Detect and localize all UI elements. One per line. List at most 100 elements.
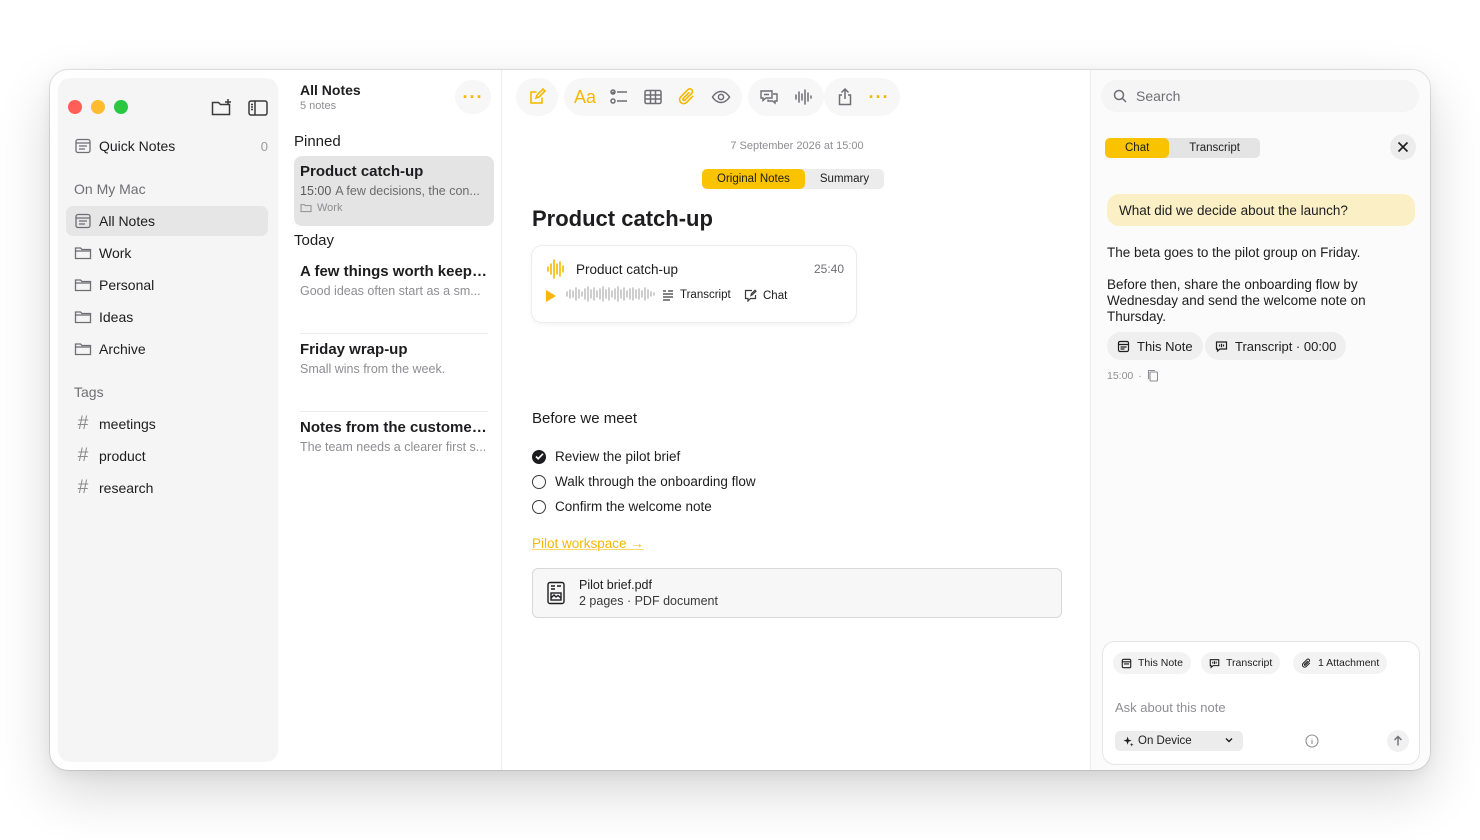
assistant-panel: Search Chat Transcript What did we decid… bbox=[1090, 70, 1430, 770]
checkbox-icon[interactable] bbox=[532, 499, 546, 514]
sidebar-item-all-notes[interactable]: All Notes bbox=[66, 206, 268, 236]
zoom-window-button[interactable] bbox=[114, 100, 128, 114]
format-button[interactable]: Aa bbox=[570, 82, 600, 112]
transcript-label: Transcript bbox=[680, 289, 731, 301]
new-folder-icon[interactable] bbox=[210, 96, 234, 120]
checklist-item[interactable]: Review the pilot brief bbox=[532, 449, 680, 464]
sidebar-item-personal[interactable]: Personal bbox=[66, 270, 268, 300]
note-title: Product catch-up bbox=[300, 163, 424, 180]
table-button[interactable] bbox=[638, 82, 668, 112]
segment-summary[interactable]: Summary bbox=[805, 169, 884, 189]
folder-icon bbox=[74, 279, 92, 292]
pdf-attachment[interactable]: Pilot brief.pdf 2 pages · PDF document bbox=[532, 568, 1062, 618]
source-chip-this-note[interactable]: This Note bbox=[1107, 332, 1203, 360]
chevron-down-icon bbox=[1225, 738, 1233, 743]
chat-button[interactable] bbox=[754, 82, 784, 112]
sidebar: Quick Notes 0 On My Mac All Notes Work P… bbox=[58, 78, 278, 762]
search-field[interactable]: Search bbox=[1101, 80, 1419, 112]
transcript-bubble-icon bbox=[1215, 340, 1228, 352]
tab-chat[interactable]: Chat bbox=[1105, 138, 1170, 158]
notes-window: Quick Notes 0 On My Mac All Notes Work P… bbox=[50, 70, 1430, 770]
sidebar-item-archive[interactable]: Archive bbox=[66, 334, 268, 364]
waveform-icon bbox=[547, 259, 564, 279]
toolbar-more-button[interactable]: ··· bbox=[864, 82, 894, 112]
section-on-my-mac: On My Mac bbox=[74, 181, 146, 197]
audio-recording-card[interactable]: Product catch-up 25:40 Transcript Chat bbox=[532, 246, 856, 322]
paperclip-icon bbox=[1302, 658, 1311, 668]
checkbox-icon[interactable] bbox=[532, 474, 546, 489]
note-item[interactable]: Notes from the customer... The team need… bbox=[294, 412, 494, 484]
model-selector[interactable]: On Device bbox=[1115, 731, 1243, 751]
sidebar-item-quick-notes[interactable]: Quick Notes 0 bbox=[66, 131, 268, 161]
sidebar-tag-meetings[interactable]: # meetings bbox=[66, 409, 268, 439]
toolbar-share-group: ··· bbox=[824, 78, 900, 116]
view-button[interactable] bbox=[706, 82, 736, 112]
section-heading: Before we meet bbox=[532, 410, 638, 427]
folder-icon bbox=[74, 247, 92, 260]
sidebar-item-work[interactable]: Work bbox=[66, 238, 268, 268]
copy-icon[interactable] bbox=[1147, 369, 1159, 382]
tag-label: meetings bbox=[99, 416, 156, 432]
checklist-text: Review the pilot brief bbox=[555, 449, 681, 464]
checklist-item[interactable]: Walk through the onboarding flow bbox=[532, 474, 756, 489]
recording-chat-button[interactable]: Chat bbox=[744, 289, 787, 302]
sparkle-icon bbox=[1123, 735, 1134, 747]
close-icon bbox=[1397, 141, 1409, 153]
answer-paragraph: The beta goes to the pilot group on Frid… bbox=[1107, 245, 1361, 260]
recording-transcript-button[interactable]: Transcript bbox=[662, 289, 731, 301]
folder-icon bbox=[74, 343, 92, 356]
checklist-button[interactable] bbox=[604, 82, 634, 112]
share-button[interactable] bbox=[830, 82, 860, 112]
sidebar-item-label: Personal bbox=[99, 277, 155, 293]
hashtag-icon: # bbox=[77, 445, 89, 466]
note-item-product-catch-up[interactable]: Product catch-up 15:00 A few decisions, t… bbox=[294, 156, 494, 226]
sidebar-toggle-icon[interactable] bbox=[246, 96, 270, 120]
context-chip-this-note[interactable]: This Note bbox=[1113, 652, 1191, 674]
ask-input[interactable]: Ask about this note bbox=[1115, 700, 1226, 715]
audio-button[interactable] bbox=[788, 82, 818, 112]
chat-label: Chat bbox=[763, 289, 788, 302]
info-icon[interactable] bbox=[1305, 734, 1319, 748]
minimize-window-button[interactable] bbox=[91, 100, 105, 114]
note-folder-label: Work bbox=[317, 202, 343, 214]
note-title: Notes from the customer... bbox=[300, 419, 488, 436]
hashtag-icon: # bbox=[77, 413, 89, 434]
note-preview: 15:00 A few decisions, the con... bbox=[300, 184, 488, 198]
note-time: 15:00 bbox=[300, 184, 332, 198]
sidebar-item-label: Work bbox=[99, 245, 132, 261]
chip-label: 1 Attachment bbox=[1318, 657, 1380, 669]
sidebar-tag-research[interactable]: # research bbox=[66, 473, 268, 503]
send-button[interactable] bbox=[1387, 730, 1409, 752]
tag-label: product bbox=[99, 448, 146, 464]
pdf-document-icon bbox=[547, 581, 565, 605]
audio-waveform bbox=[566, 286, 655, 302]
attachment-meta: 2 pages · PDF document bbox=[579, 594, 718, 608]
list-more-button[interactable]: ··· bbox=[455, 80, 491, 114]
checklist-item[interactable]: Confirm the welcome note bbox=[532, 499, 712, 514]
attachment-button[interactable] bbox=[672, 82, 702, 112]
note-item[interactable]: A few things worth keepi... Good ideas o… bbox=[294, 256, 494, 328]
tab-transcript[interactable]: Transcript bbox=[1169, 138, 1260, 158]
close-window-button[interactable] bbox=[68, 100, 82, 114]
note-preview: The team needs a clearer first s... bbox=[300, 440, 487, 454]
toolbar-compose-group bbox=[516, 78, 558, 116]
checklist-icon bbox=[610, 89, 627, 104]
note-title: A few things worth keepi... bbox=[300, 263, 488, 280]
sidebar-tag-product[interactable]: # product bbox=[66, 441, 268, 471]
notes-icon bbox=[75, 213, 91, 229]
checklist-text: Confirm the welcome note bbox=[555, 499, 712, 514]
segment-original-notes[interactable]: Original Notes bbox=[702, 169, 805, 189]
note-item[interactable]: Friday wrap-up Small wins from the week. bbox=[294, 334, 494, 406]
context-chip-attachment[interactable]: 1 Attachment bbox=[1293, 652, 1388, 674]
source-chip-transcript[interactable]: Transcript · 00:00 bbox=[1205, 332, 1347, 360]
meta-separator: · bbox=[1138, 369, 1142, 382]
checkbox-checked-icon[interactable] bbox=[532, 449, 546, 464]
play-icon[interactable] bbox=[546, 290, 556, 302]
transcript-icon bbox=[663, 290, 673, 301]
close-panel-button[interactable] bbox=[1390, 134, 1416, 160]
context-chip-transcript[interactable]: Transcript bbox=[1201, 652, 1281, 674]
tag-label: research bbox=[99, 480, 154, 496]
compose-button[interactable] bbox=[522, 82, 552, 112]
pilot-workspace-link[interactable]: Pilot workspace → bbox=[532, 536, 644, 551]
sidebar-item-ideas[interactable]: Ideas bbox=[66, 302, 268, 332]
